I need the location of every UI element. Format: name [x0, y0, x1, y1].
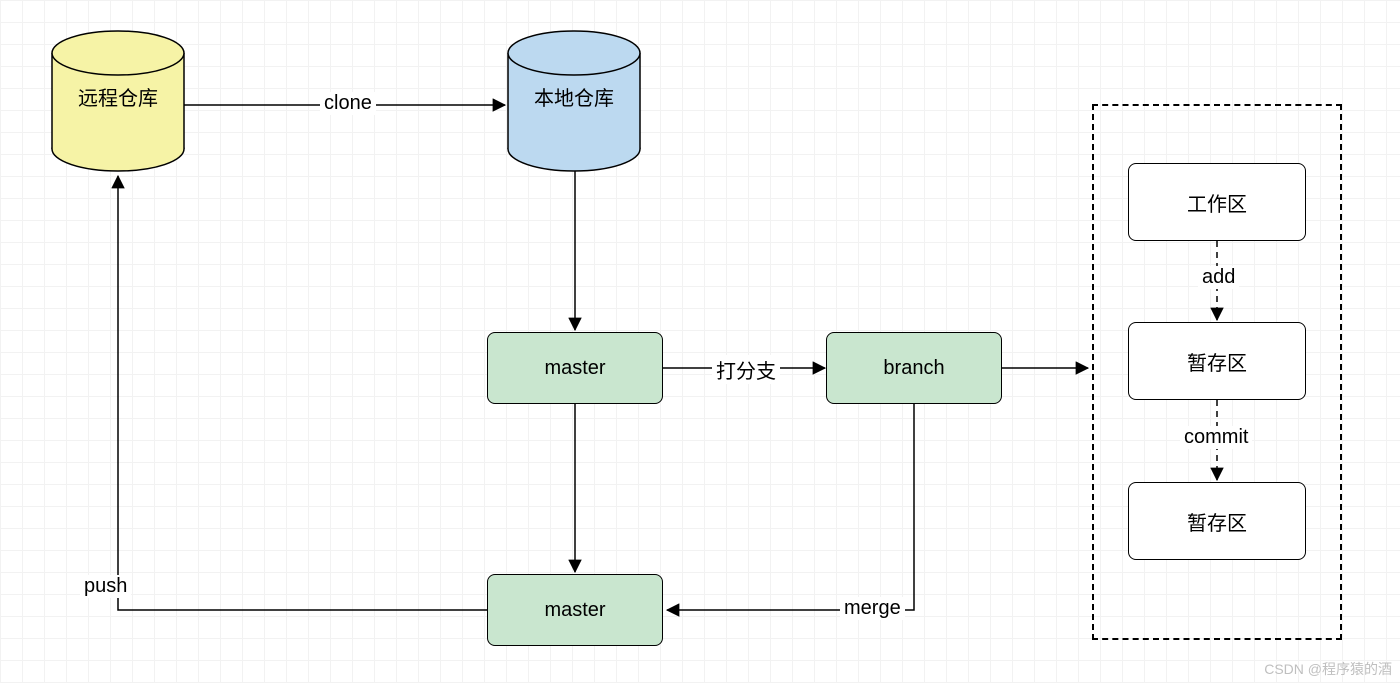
watermark: CSDN @程序猿的酒	[1264, 659, 1392, 679]
master-node-1: master	[487, 332, 663, 404]
edge-label-branch: 打分支	[712, 355, 780, 384]
edge-label-push: push	[80, 575, 131, 598]
edge-label-commit: commit	[1180, 426, 1252, 449]
local-repo-label: 本地仓库	[508, 82, 640, 111]
edge-label-clone: clone	[320, 92, 376, 115]
repository-node: 暂存区	[1128, 482, 1306, 560]
diagram-canvas: 远程仓库 本地仓库 master branch master 工作区 暂存区 暂…	[0, 0, 1400, 683]
working-directory-node: 工作区	[1128, 163, 1306, 241]
master-node-2: master	[487, 574, 663, 646]
edge-label-add: add	[1198, 266, 1239, 289]
branch-node: branch	[826, 332, 1002, 404]
staging-area-node: 暂存区	[1128, 322, 1306, 400]
remote-repo-label: 远程仓库	[52, 82, 184, 111]
edge-label-merge: merge	[840, 597, 905, 620]
